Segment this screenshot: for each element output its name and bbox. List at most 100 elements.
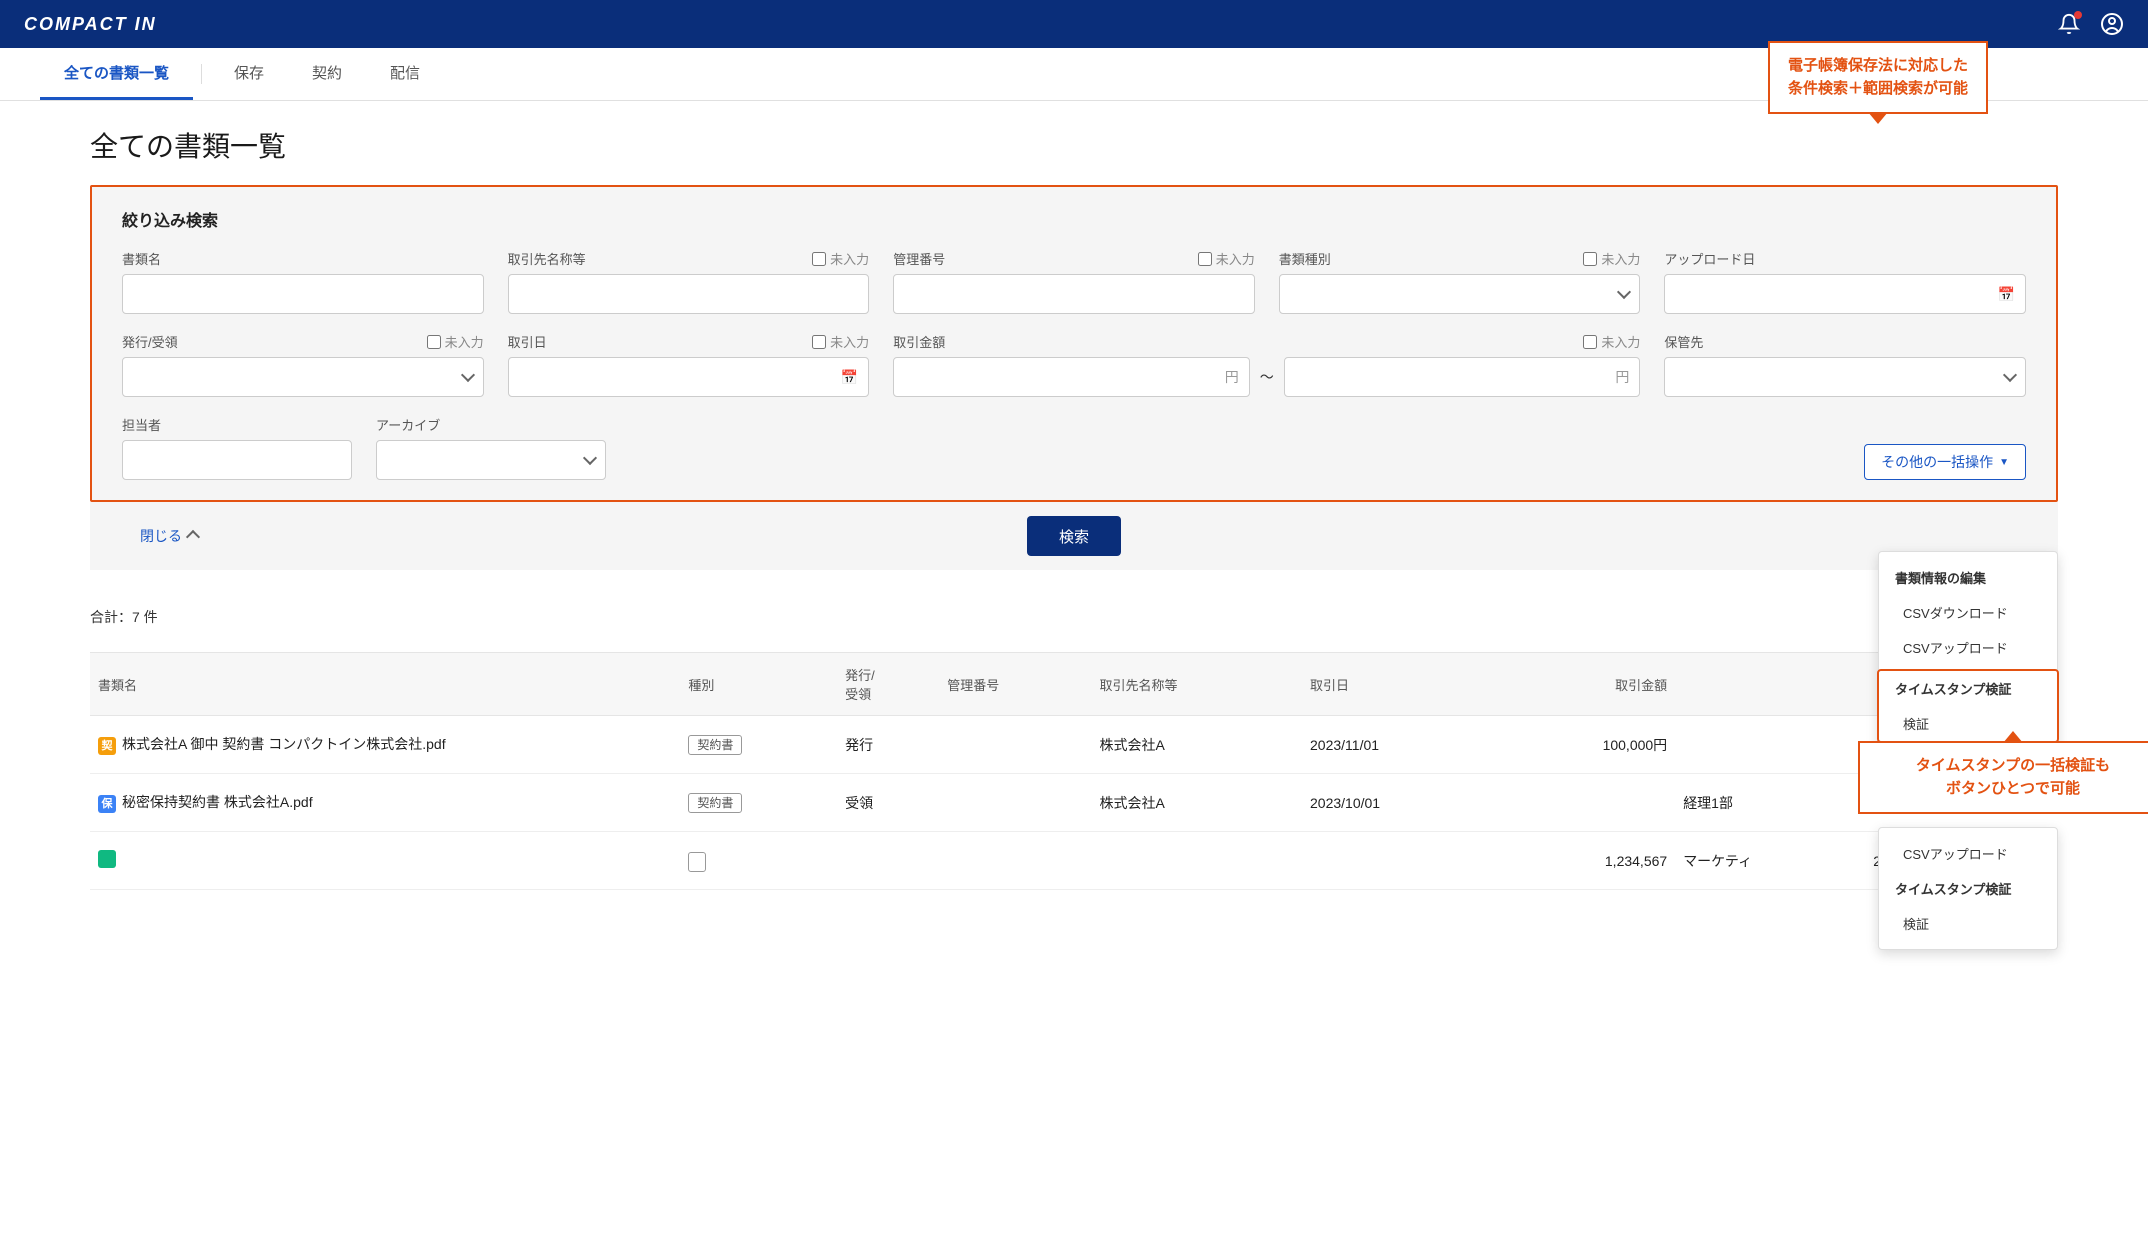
filter-search-panel: 絞り込み検索 書類名 取引先名称等未入力 管理番号未入力 書類種別未入力 アップ… (90, 185, 2058, 502)
mgmt-no-input[interactable] (893, 274, 1255, 314)
cell-date (1302, 832, 1495, 890)
th-mgmt[interactable]: 管理番号 (939, 653, 1091, 716)
page-title: 全ての書類一覧 (90, 125, 2058, 165)
field-partner: 取引先名称等未入力 (508, 249, 870, 314)
cell-dept (1675, 716, 1865, 774)
type-badge (98, 850, 116, 868)
field-doc-name: 書類名 (122, 249, 484, 314)
range-separator: 〜 (1260, 367, 1274, 387)
doctype-not-entered-checkbox[interactable]: 未入力 (1583, 249, 1640, 268)
chevron-up-icon (186, 530, 200, 544)
table-row[interactable]: 保秘密保持契約書 株式会社A.pdf 契約書 受領 株式会社A 2023/10/… (90, 774, 2058, 832)
notification-dot (2074, 11, 2082, 19)
cell-issue (837, 832, 939, 890)
cell-issue: 受領 (837, 774, 939, 832)
cell-type-tag: 契約書 (688, 735, 742, 755)
field-upload-date: アップロード日 📅 (1664, 249, 2026, 314)
menu-item-verify-2[interactable]: 検証 (1879, 906, 2057, 941)
search-button[interactable]: 検索 (1027, 516, 1121, 556)
amount-to-input[interactable]: 円 (1284, 357, 1641, 397)
upload-date-input[interactable]: 📅 (1664, 274, 2026, 314)
filter-footer: 閉じる 検索 (90, 502, 2058, 570)
results-total: 合計：7 件 (90, 607, 158, 627)
menu-item-csv-upload[interactable]: CSVアップロード (1879, 630, 2057, 665)
table-row[interactable]: 契株式会社A 御中 契約書 コンパクトイン株式会社.pdf 契約書 発行 株式会… (90, 716, 2058, 774)
bulk-actions-menu: 書類情報の編集 CSVダウンロード CSVアップロード タイムスタンプ検証 検証 (1878, 551, 2058, 756)
close-filter-link[interactable]: 閉じる (140, 526, 198, 546)
type-badge: 契 (98, 737, 116, 755)
tab-delivery[interactable]: 配信 (366, 48, 444, 100)
transdate-not-entered-checkbox[interactable]: 未入力 (812, 332, 869, 351)
mgmt-not-entered-checkbox[interactable]: 未入力 (1198, 249, 1255, 268)
cell-mgmt (939, 774, 1091, 832)
th-dept (1675, 653, 1865, 716)
menu-section-timestamp-2: タイムスタンプ検証 (1879, 871, 2057, 906)
cell-partner: 株式会社A (1092, 774, 1302, 832)
type-badge: 保 (98, 795, 116, 813)
app-logo: COMPACT IN (24, 14, 157, 35)
field-person: 担当者 (122, 415, 352, 480)
th-doc-name[interactable]: 書類名 (90, 653, 680, 716)
amount-from-input[interactable]: 円 (893, 357, 1250, 397)
menu-section-edit: 書類情報の編集 (1879, 560, 2057, 595)
tab-contract[interactable]: 契約 (288, 48, 366, 100)
issue-not-entered-checkbox[interactable]: 未入力 (427, 332, 484, 351)
issue-receive-select[interactable] (122, 357, 484, 397)
field-trans-date: 取引日未入力 📅 (508, 332, 870, 397)
menu-item-csv-upload-2[interactable]: CSVアップロード (1879, 836, 2057, 871)
account-button[interactable] (2100, 12, 2124, 36)
chevron-down-icon (583, 451, 597, 465)
bulk-actions-button[interactable]: その他の一括操作 ▼ (1864, 444, 2026, 480)
annotation-callout-verify: タイムスタンプの一括検証も ボタンひとつで可能 (1858, 741, 2148, 814)
th-amount[interactable]: 取引金額 (1495, 653, 1675, 716)
cell-doc-name: 株式会社A 御中 契約書 コンパクトイン株式会社.pdf (122, 736, 446, 752)
cell-partner: 株式会社A (1092, 716, 1302, 774)
storage-select[interactable] (1664, 357, 2026, 397)
menu-item-csv-download[interactable]: CSVダウンロード (1879, 595, 2057, 630)
field-archive: アーカイブ (376, 415, 606, 480)
partner-input[interactable] (508, 274, 870, 314)
cell-amount: 1,234,567 (1495, 832, 1675, 890)
tab-all-documents[interactable]: 全ての書類一覧 (40, 48, 193, 100)
filter-title: 絞り込み検索 (122, 207, 2026, 231)
field-doc-type: 書類種別未入力 (1279, 249, 1641, 314)
cell-mgmt (939, 832, 1091, 890)
doc-name-input[interactable] (122, 274, 484, 314)
cell-date: 2023/10/01 (1302, 774, 1495, 832)
field-storage: 保管先 (1664, 332, 2026, 397)
th-partner[interactable]: 取引先名称等 (1092, 653, 1302, 716)
table-header-row: 書類名 種別 発行/ 受領 管理番号 取引先名称等 取引日 取引金額 (90, 653, 2058, 716)
user-circle-icon (2100, 12, 2124, 36)
menu-item-verify[interactable]: 検証 (1879, 706, 2057, 741)
annotation-callout-search: 電子帳簿保存法に対応した 条件検索＋範囲検索が可能 (1768, 41, 1988, 114)
cell-doc-name: 秘密保持契約書 株式会社A.pdf (122, 794, 313, 810)
chevron-down-icon (461, 368, 475, 382)
menu-section-timestamp: タイムスタンプ検証 (1879, 671, 2057, 706)
chevron-down-icon (2003, 368, 2017, 382)
archive-select[interactable] (376, 440, 606, 480)
chevron-down-icon (1617, 285, 1631, 299)
cell-mgmt (939, 716, 1091, 774)
documents-table: 書類名 種別 発行/ 受領 管理番号 取引先名称等 取引日 取引金額 契株式会社… (90, 652, 2058, 890)
field-issue-receive: 発行/受領未入力 (122, 332, 484, 397)
cell-type-tag (688, 852, 706, 872)
cell-issue: 発行 (837, 716, 939, 774)
cell-dept: 経理1部 (1675, 774, 1865, 832)
th-type[interactable]: 種別 (680, 653, 837, 716)
th-date[interactable]: 取引日 (1302, 653, 1495, 716)
cell-amount: 100,000円 (1495, 716, 1675, 774)
th-issue[interactable]: 発行/ 受領 (837, 653, 939, 716)
table-row[interactable]: 1,234,567 マーケティ 2023/10/16 (90, 832, 2058, 890)
doc-type-select[interactable] (1279, 274, 1641, 314)
calendar-icon: 📅 (1998, 286, 2015, 303)
amount-not-entered-checkbox[interactable]: 未入力 (1583, 332, 1640, 351)
bulk-actions-menu-repeat: CSVアップロード タイムスタンプ検証 検証 (1878, 827, 2058, 950)
person-input[interactable] (122, 440, 352, 480)
cell-date: 2023/11/01 (1302, 716, 1495, 774)
notification-button[interactable] (2058, 13, 2080, 35)
field-mgmt-no: 管理番号未入力 (893, 249, 1255, 314)
trans-date-input[interactable]: 📅 (508, 357, 870, 397)
calendar-icon: 📅 (841, 369, 858, 386)
tab-save[interactable]: 保存 (210, 48, 288, 100)
partner-not-entered-checkbox[interactable]: 未入力 (812, 249, 869, 268)
